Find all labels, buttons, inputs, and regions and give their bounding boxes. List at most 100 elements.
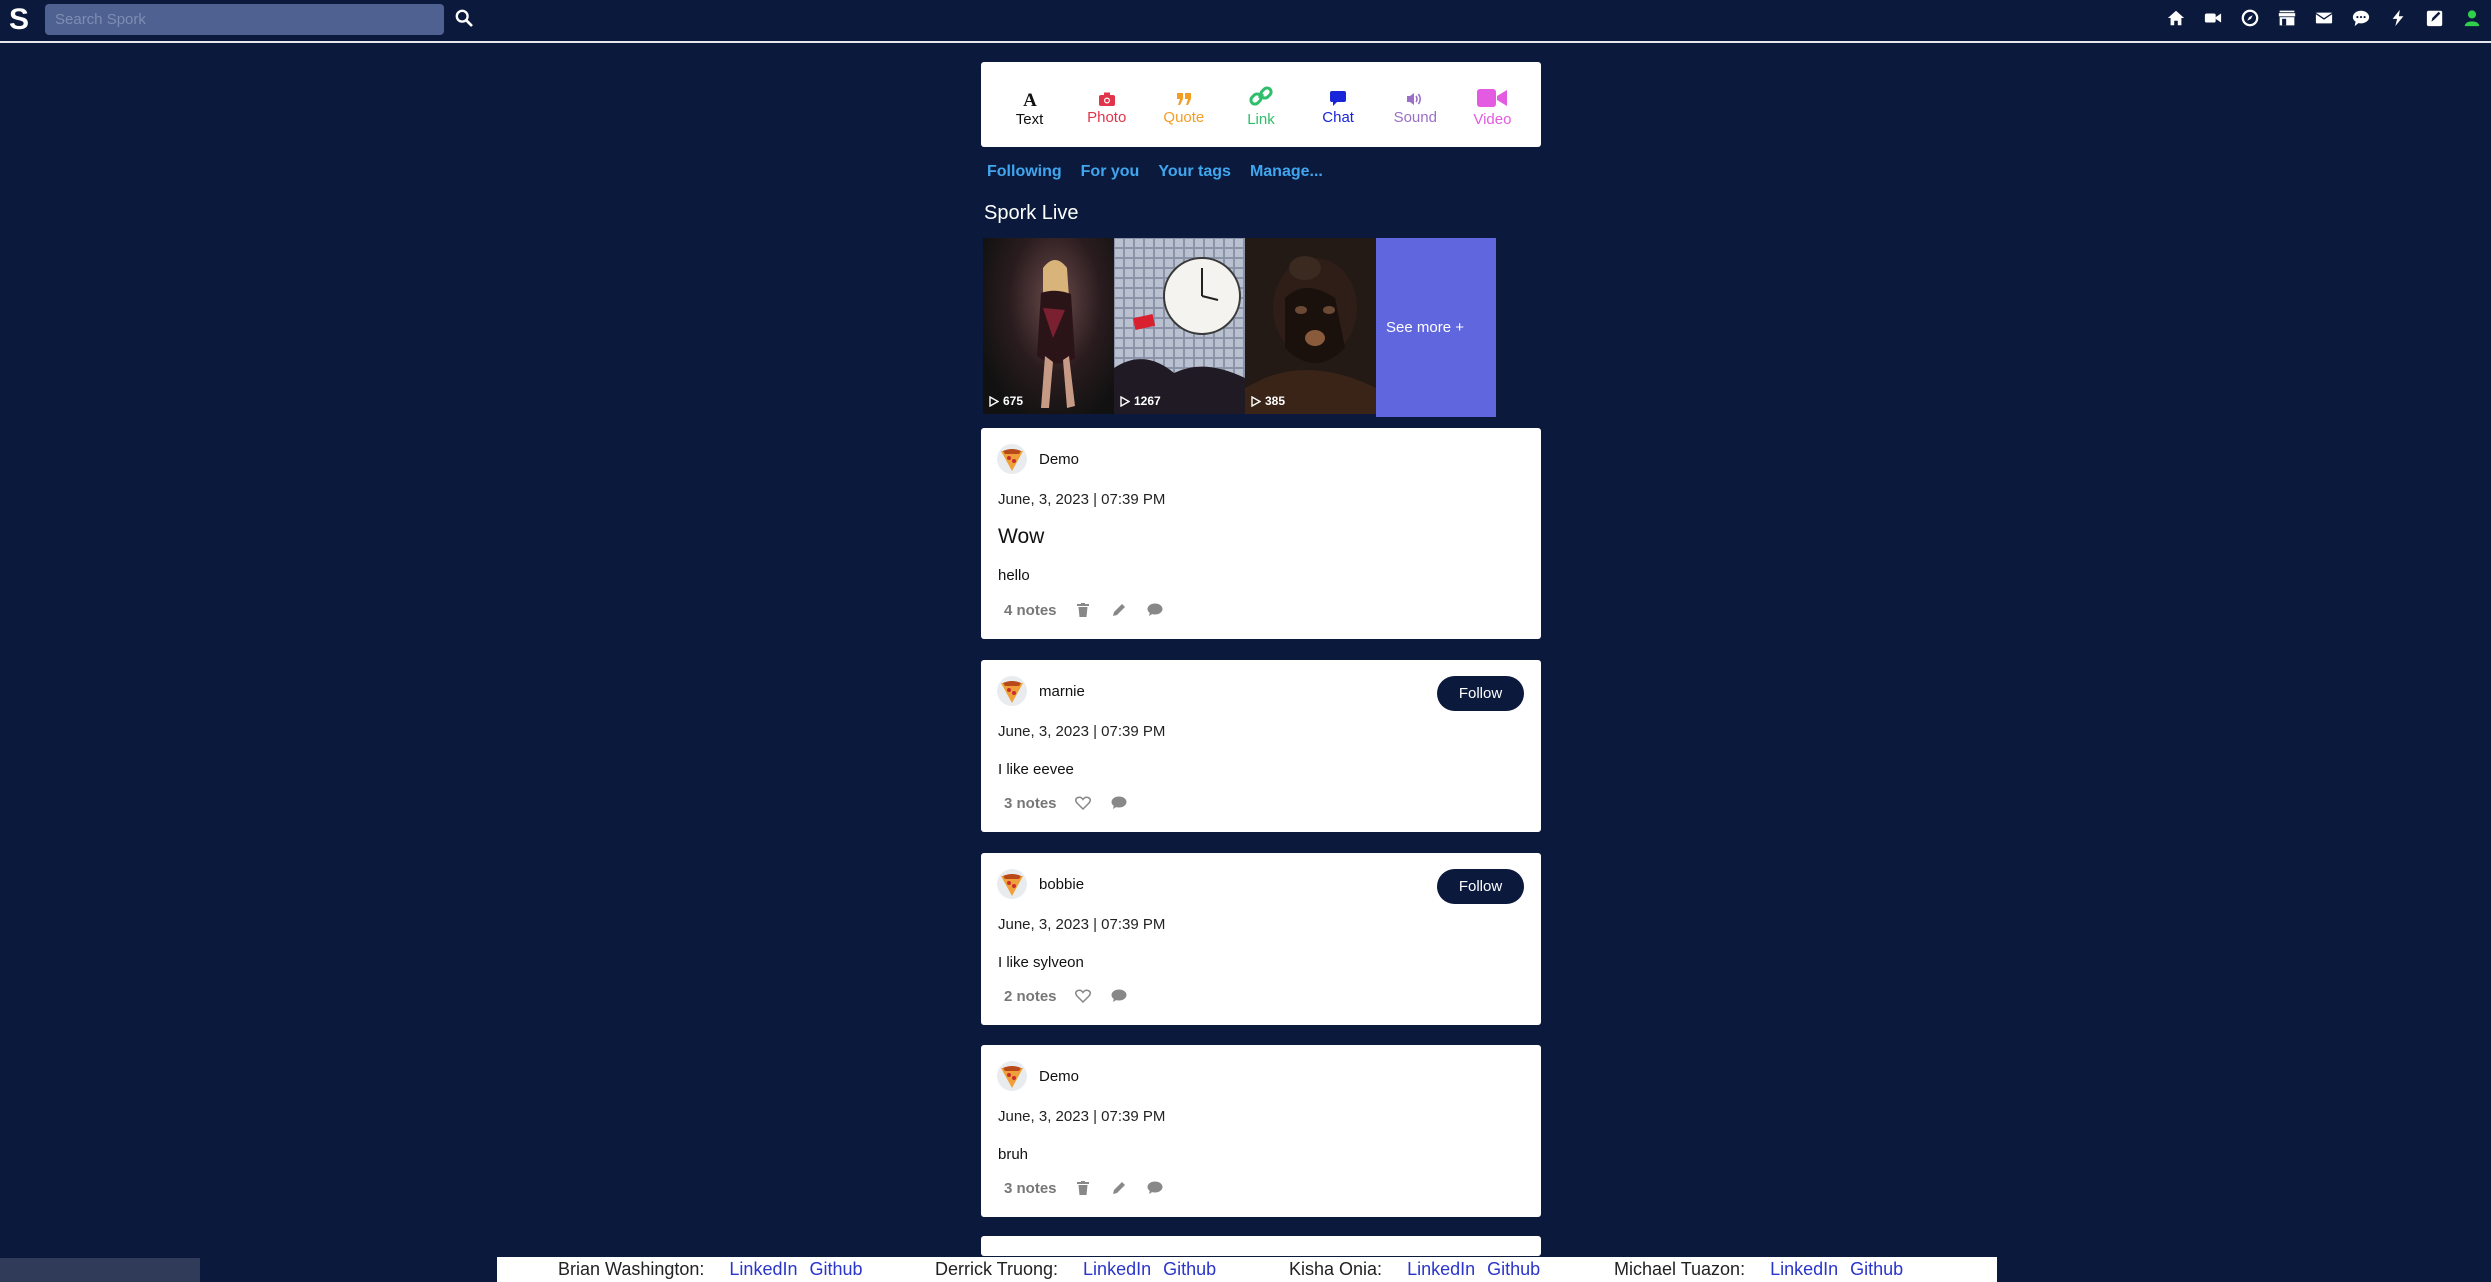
post-type-label: Photo — [1087, 108, 1127, 126]
post-body: hello — [998, 567, 1030, 584]
video-thumbnail — [1037, 260, 1075, 408]
link-icon — [1249, 85, 1273, 106]
video-thumbnail — [1114, 238, 1245, 414]
pencil-icon — [1112, 1182, 1125, 1194]
linkedin-link[interactable]: LinkedIn — [1083, 1259, 1151, 1280]
compass-icon[interactable] — [2239, 7, 2261, 29]
comment-icon — [1147, 1181, 1163, 1194]
search-button[interactable] — [453, 7, 475, 29]
live-video-card[interactable]: 385 — [1245, 238, 1376, 414]
sound-icon — [1407, 92, 1422, 105]
like-button[interactable] — [1073, 794, 1093, 812]
user-icon[interactable] — [2461, 7, 2483, 29]
post-type-text[interactable]: A Text — [995, 82, 1065, 128]
avatar[interactable] — [997, 676, 1027, 706]
post-type-link[interactable]: Link — [1226, 82, 1296, 128]
linkedin-link[interactable]: LinkedIn — [1407, 1259, 1475, 1280]
post-card: Demo June, 3, 2023 | 07:39 PM bruh 3 not… — [981, 1045, 1541, 1217]
delete-button[interactable] — [1073, 601, 1093, 619]
post-actions: 4 notes — [1004, 601, 1181, 619]
linkedin-link[interactable]: LinkedIn — [1770, 1259, 1838, 1280]
comment-button[interactable] — [1145, 601, 1165, 619]
tab-your-tags[interactable]: Your tags — [1158, 163, 1231, 181]
see-more-button[interactable]: See more + — [1376, 238, 1496, 417]
post-author[interactable]: Demo — [1039, 1068, 1079, 1085]
live-video-card[interactable]: 1267 — [1114, 238, 1245, 414]
developer-credit: Michael Tuazon: LinkedIn Github — [1614, 1259, 1915, 1280]
live-video-card[interactable]: 675 — [983, 238, 1114, 414]
post-type-label: Quote — [1163, 108, 1205, 126]
post-type-label: Link — [1247, 110, 1275, 128]
delete-button[interactable] — [1073, 1179, 1093, 1197]
post-author[interactable]: Demo — [1039, 451, 1079, 468]
heart-icon — [1074, 796, 1091, 810]
play-icon — [1120, 395, 1130, 407]
home-icon[interactable] — [2165, 7, 2187, 29]
avatar[interactable] — [997, 444, 1027, 474]
post-author[interactable]: bobbie — [1039, 876, 1084, 893]
store-icon[interactable] — [2276, 7, 2298, 29]
developer-credit: Kisha Onia: LinkedIn Github — [1289, 1259, 1552, 1280]
svg-text:A: A — [1023, 90, 1037, 108]
lightning-icon[interactable] — [2387, 7, 2409, 29]
trash-icon — [1076, 1181, 1089, 1195]
post-author[interactable]: marnie — [1039, 683, 1085, 700]
chat-bubble-icon[interactable] — [2350, 7, 2372, 29]
post-type-video[interactable]: Video — [1457, 82, 1527, 128]
status-corner — [0, 1258, 200, 1282]
notes-count[interactable]: 4 notes — [1004, 602, 1057, 619]
feed-tabs: Following For you Your tags Manage... — [987, 163, 1342, 181]
post-card: Demo June, 3, 2023 | 07:39 PM Wow hello … — [981, 428, 1541, 639]
comment-button[interactable] — [1145, 1179, 1165, 1197]
github-link[interactable]: Github — [1163, 1259, 1216, 1280]
post-type-quote[interactable]: Quote — [1149, 84, 1219, 126]
view-count: 385 — [1251, 394, 1285, 408]
post-type-sound[interactable]: Sound — [1380, 84, 1450, 126]
edit-icon[interactable] — [2424, 7, 2446, 29]
post-type-chat[interactable]: Chat — [1303, 84, 1373, 126]
tab-following[interactable]: Following — [987, 163, 1062, 181]
post-type-label: Video — [1473, 110, 1512, 128]
play-icon — [1251, 395, 1261, 407]
heart-icon — [1074, 989, 1091, 1003]
linkedin-link[interactable]: LinkedIn — [729, 1259, 797, 1280]
github-link[interactable]: Github — [809, 1259, 862, 1280]
github-link[interactable]: Github — [1487, 1259, 1540, 1280]
post-actions: 3 notes — [1004, 794, 1145, 812]
search-input[interactable] — [45, 4, 444, 35]
avatar[interactable] — [997, 869, 1027, 899]
tab-for-you[interactable]: For you — [1081, 163, 1140, 181]
notes-count[interactable]: 3 notes — [1004, 1180, 1057, 1197]
comment-button[interactable] — [1109, 794, 1129, 812]
notes-count[interactable]: 2 notes — [1004, 988, 1057, 1005]
tab-manage[interactable]: Manage... — [1250, 163, 1323, 181]
post-card: marnie Follow June, 3, 2023 | 07:39 PM I… — [981, 660, 1541, 832]
post-date: June, 3, 2023 | 07:39 PM — [998, 491, 1166, 508]
live-video-strip: 675 1267 385 See more + — [983, 238, 1496, 417]
quote-icon — [1176, 92, 1191, 105]
post-date: June, 3, 2023 | 07:39 PM — [998, 916, 1166, 933]
follow-button[interactable]: Follow — [1437, 869, 1524, 904]
comment-button[interactable] — [1109, 987, 1129, 1005]
top-navbar: S — [0, 0, 2491, 43]
nav-icons — [2150, 7, 2483, 29]
post-type-photo[interactable]: Photo — [1072, 84, 1142, 126]
post-body: I like sylveon — [998, 954, 1084, 971]
notes-count[interactable]: 3 notes — [1004, 795, 1057, 812]
github-link[interactable]: Github — [1850, 1259, 1903, 1280]
camera-icon — [1098, 92, 1115, 106]
spork-logo[interactable]: S — [9, 3, 35, 37]
chat-icon — [1330, 90, 1347, 106]
video-thumbnail — [1245, 256, 1376, 414]
edit-button[interactable] — [1109, 1179, 1129, 1197]
edit-button[interactable] — [1109, 601, 1129, 619]
post-type-label: Chat — [1322, 108, 1354, 126]
post-type-label: Text — [1015, 110, 1044, 128]
avatar[interactable] — [997, 1061, 1027, 1091]
post-card-partial — [981, 1236, 1541, 1256]
follow-button[interactable]: Follow — [1437, 676, 1524, 711]
like-button[interactable] — [1073, 987, 1093, 1005]
developer-name: Michael Tuazon: — [1614, 1259, 1746, 1279]
video-camera-icon[interactable] — [2202, 7, 2224, 29]
mail-icon[interactable] — [2313, 7, 2335, 29]
